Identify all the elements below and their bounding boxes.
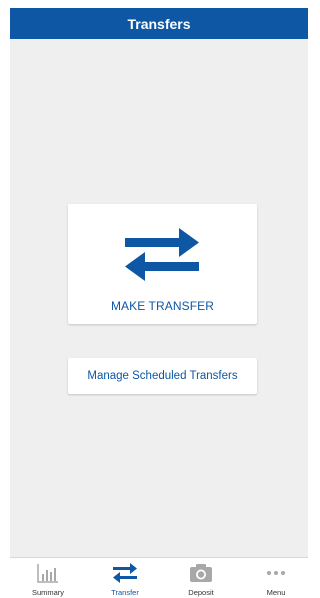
transfers-screen: Transfers MAKE TRANSFER Manage Scheduled…: [0, 0, 308, 598]
bottom-tab-bar: Summary Transfer Deposit Menu: [10, 557, 308, 598]
manage-scheduled-transfers-button[interactable]: Manage Scheduled Transfers: [68, 358, 257, 394]
header-bar: Transfers: [10, 8, 308, 39]
tab-menu[interactable]: Menu: [246, 558, 306, 598]
more-dots-icon: [267, 571, 285, 575]
tab-summary-label: Summary: [31, 588, 65, 597]
tab-deposit-label: Deposit: [188, 588, 214, 597]
tab-transfer-label: Transfer: [111, 588, 139, 597]
page-title: Transfers: [127, 15, 191, 32]
make-transfer-label: MAKE TRANSFER: [110, 299, 215, 313]
tab-menu-label: Menu: [266, 588, 286, 597]
tab-deposit[interactable]: Deposit: [171, 558, 231, 598]
tab-summary[interactable]: Summary: [18, 558, 78, 598]
bar-chart-icon: [37, 564, 58, 583]
tab-transfer[interactable]: Transfer: [95, 558, 155, 598]
make-transfer-button[interactable]: MAKE TRANSFER: [68, 204, 257, 324]
main-content: MAKE TRANSFER Manage Scheduled Transfers: [10, 39, 308, 557]
transfer-arrows-icon: [125, 228, 199, 281]
transfer-arrows-icon: [113, 563, 137, 583]
manage-scheduled-transfers-label: Manage Scheduled Transfers: [87, 370, 238, 382]
camera-icon: [190, 564, 212, 582]
